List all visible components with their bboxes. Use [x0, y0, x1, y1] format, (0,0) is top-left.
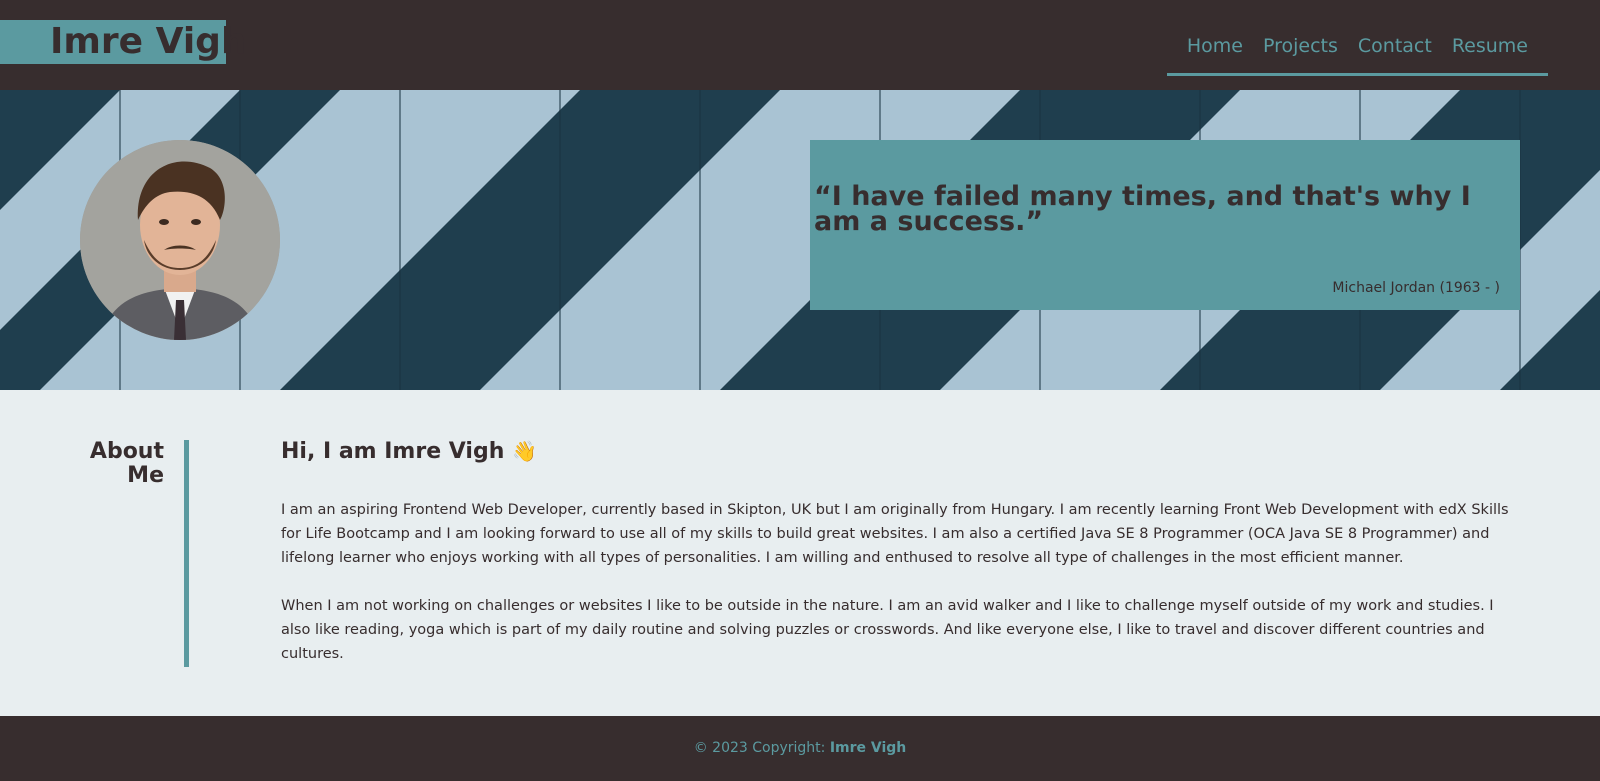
main-nav: Home Projects Contact Resume	[1166, 0, 1548, 76]
site-footer: © 2023 Copyright: Imre Vigh	[0, 716, 1600, 781]
nav-contact-link[interactable]: Contact	[1358, 35, 1432, 57]
about-greeting-text: Hi, I am Imre Vigh	[281, 439, 505, 464]
site-brand[interactable]: Imre Vigh	[0, 20, 247, 64]
about-paragraph: I am an aspiring Frontend Web Developer,…	[281, 502, 1509, 566]
nav-projects-link[interactable]: Projects	[1263, 35, 1338, 57]
quote-box: “I have failed many times, and that's wh…	[810, 140, 1520, 310]
copyright-text: © 2023 Copyright:	[693, 740, 830, 756]
about-paragraph: When I am not working on challenges or w…	[281, 598, 1494, 662]
nav-home-link[interactable]: Home	[1187, 35, 1243, 57]
hero-quote: “I have failed many times, and that's wh…	[814, 181, 1471, 237]
about-heading: About Me	[89, 439, 164, 488]
site-header: Imre Vigh Home Projects Contact Resume	[0, 0, 1600, 90]
about-section: About Me Hi, I am Imre Vigh 👋 I am an asp…	[0, 390, 1600, 716]
copyright-name[interactable]: Imre Vigh	[830, 740, 906, 756]
waving-hand-icon: 👋	[512, 439, 538, 463]
about-greeting: Hi, I am Imre Vigh 👋	[281, 439, 537, 464]
hero-banner: “I have failed many times, and that's wh…	[0, 90, 1600, 390]
profile-avatar	[80, 140, 280, 340]
about-divider	[184, 440, 189, 667]
nav-resume-link[interactable]: Resume	[1452, 35, 1528, 57]
quote-author: Michael Jordan (1963 - )	[1332, 280, 1500, 296]
